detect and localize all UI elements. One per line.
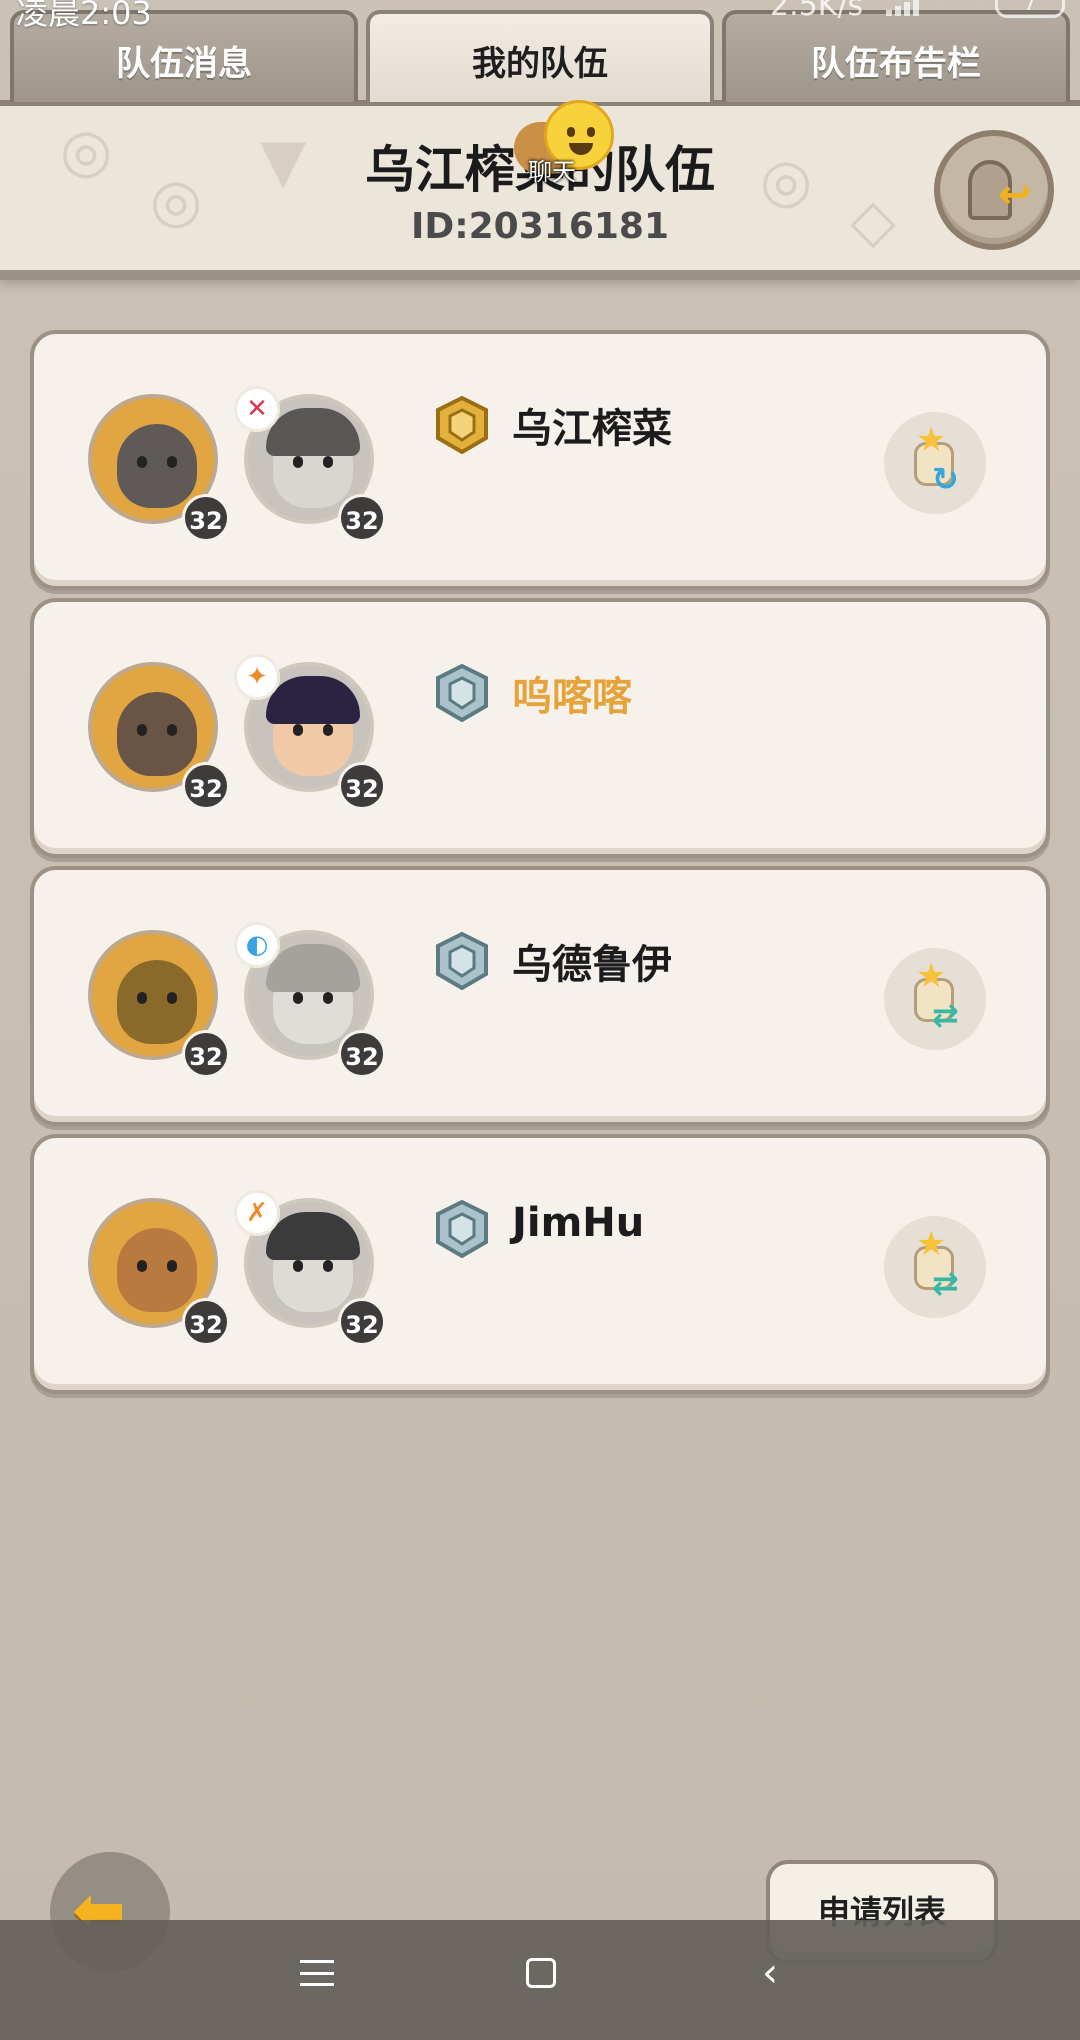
member-card[interactable]: 32 ✕ 32 乌江榨菜 ★ ↻	[30, 330, 1050, 590]
member-name: 乌德鲁伊	[512, 942, 672, 988]
pet-level-badge: 32	[182, 762, 230, 810]
pet-level-badge: 32	[182, 1298, 230, 1346]
hero-level-badge: 32	[338, 1298, 386, 1346]
member-name: 呜喀喀	[512, 674, 632, 720]
hero-level-badge: 32	[338, 1030, 386, 1078]
hero-hair	[266, 944, 360, 992]
transfer-leader-button[interactable]: ★ ↻	[884, 412, 986, 514]
swap-member-button[interactable]: ★ ⇄	[884, 948, 986, 1050]
class-emblem-icon: ✦	[234, 654, 280, 700]
hero-level-badge: 32	[338, 494, 386, 542]
member-card[interactable]: 32 ✦ 32 呜喀喀	[30, 598, 1050, 858]
bull-pet-icon	[117, 424, 197, 508]
chat-label: 聊天	[528, 158, 576, 186]
gold-rank-shield-icon	[436, 395, 488, 455]
screen: 凌晨2:03 2.5K/s 7 队伍消息 我的队伍 队伍布告栏 ◎ ◎ ▼ ◎ …	[0, 0, 1080, 2040]
class-emblem-icon: ✗	[234, 1190, 280, 1236]
bear-pet-icon	[117, 692, 197, 776]
battery-icon: 7	[995, 0, 1065, 18]
lion-cub-pet-icon	[117, 1228, 197, 1312]
hero-hair	[266, 676, 360, 724]
silver-rank-shield-icon	[436, 1199, 488, 1259]
member-name: JimHu	[512, 1200, 645, 1246]
menu-icon[interactable]	[300, 1960, 334, 1986]
member-card[interactable]: 32 ◐ 32 乌德鲁伊 ★ ⇄	[30, 866, 1050, 1126]
star-icon: ★	[916, 420, 947, 460]
silver-rank-shield-icon	[436, 931, 488, 991]
home-icon[interactable]	[526, 1958, 556, 1988]
signal-icon	[886, 0, 926, 16]
pet-level-badge: 32	[182, 494, 230, 542]
hero-hair	[266, 1212, 360, 1260]
hero-hair	[266, 408, 360, 456]
system-nav-bar: ‹	[0, 1920, 1080, 2040]
team-id: ID:20316181	[410, 206, 670, 247]
swap-arrows-icon: ⇄	[932, 1264, 959, 1302]
hero-level-badge: 32	[338, 762, 386, 810]
wifi-icon	[940, 0, 980, 20]
pet-level-badge: 32	[182, 1030, 230, 1078]
class-emblem-icon: ◐	[234, 922, 280, 968]
network-speed: 2.5K/s	[770, 0, 864, 23]
swap-member-button[interactable]: ★ ⇄	[884, 1216, 986, 1318]
star-icon: ★	[916, 1224, 947, 1264]
member-name: 乌江榨菜	[512, 406, 672, 452]
silver-rank-shield-icon	[436, 663, 488, 723]
refresh-icon: ↻	[932, 460, 959, 498]
swap-arrows-icon: ⇄	[932, 996, 959, 1034]
exit-arrow-icon: ↩	[998, 172, 1032, 218]
star-icon: ★	[916, 956, 947, 996]
member-card[interactable]: 32 ✗ 32 JimHu ★ ⇄	[30, 1134, 1050, 1394]
status-bar: 凌晨2:03 2.5K/s 7	[0, 0, 1080, 32]
class-emblem-icon: ✕	[234, 386, 280, 432]
lion-pet-icon	[117, 960, 197, 1044]
nav-back-icon[interactable]: ‹	[762, 1950, 778, 1996]
status-time: 凌晨2:03	[16, 0, 152, 32]
leave-team-button[interactable]: ↩	[934, 130, 1054, 250]
chat-button[interactable]: 聊天	[514, 100, 624, 186]
